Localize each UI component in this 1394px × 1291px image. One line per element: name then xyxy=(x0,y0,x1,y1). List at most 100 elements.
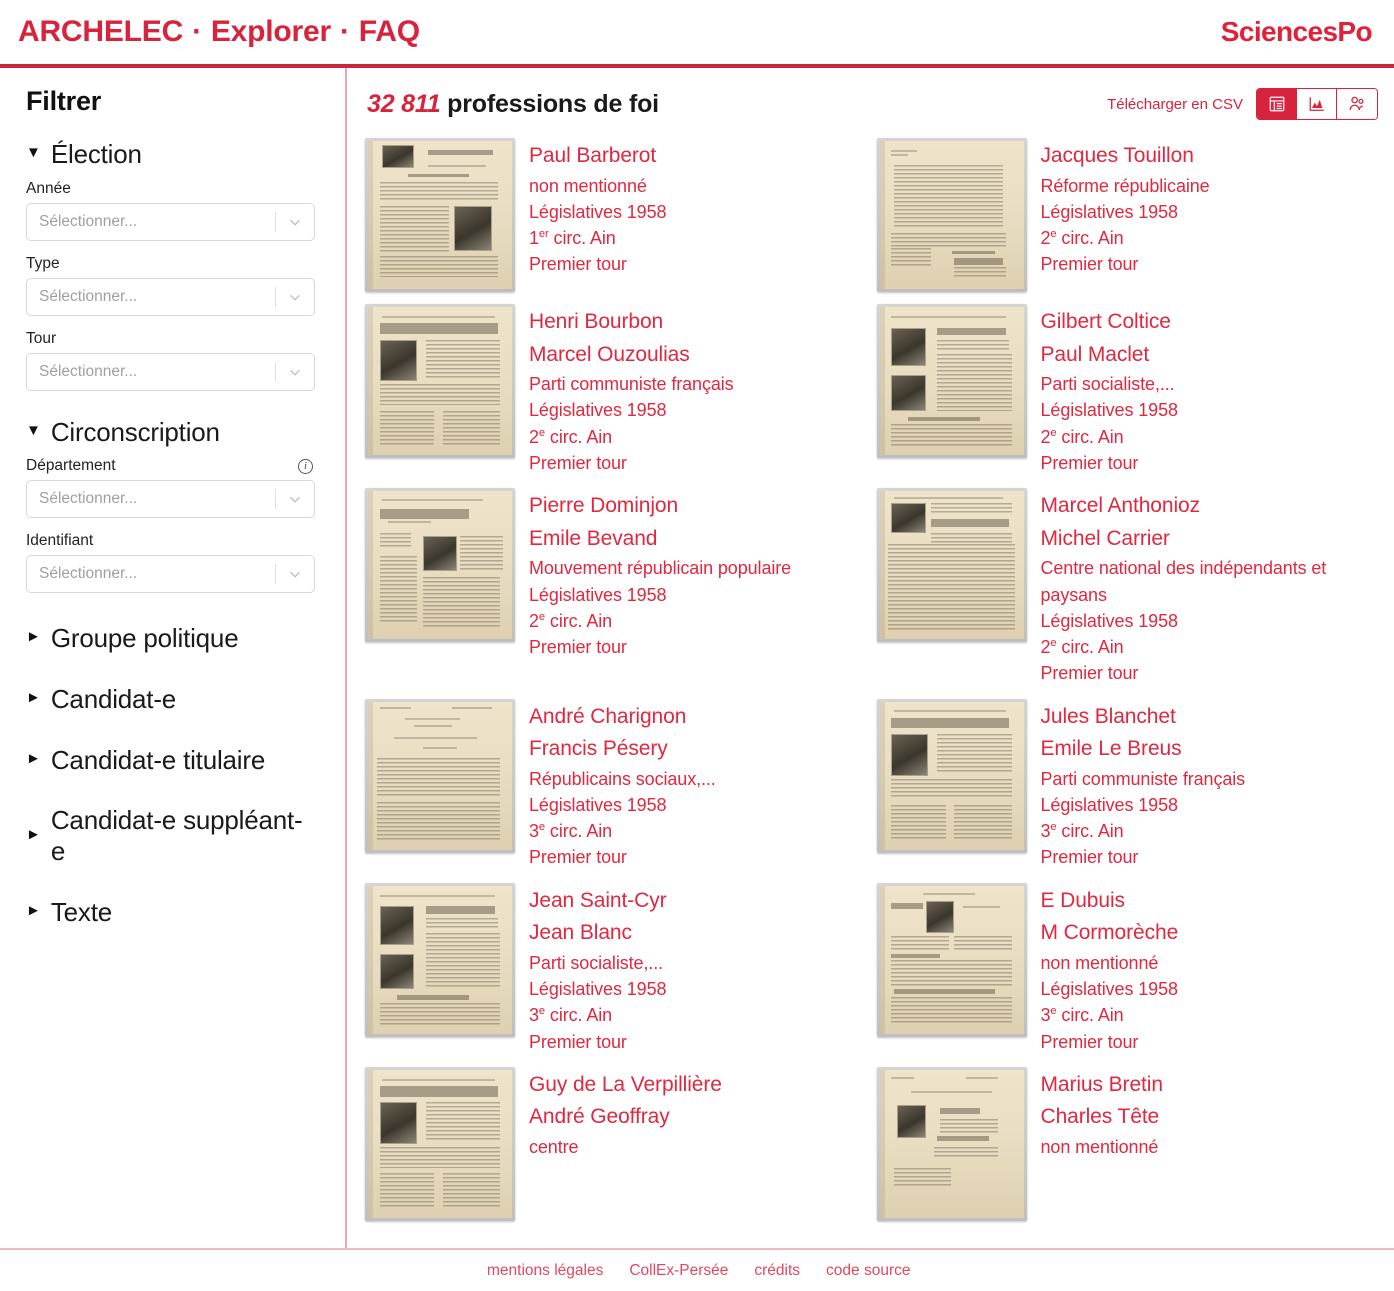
profession-de-foi-thumbnail[interactable] xyxy=(876,882,1027,1037)
result-card-details[interactable]: Jacques Touillon Réforme républicaine Légi… xyxy=(1041,138,1210,278)
circonscription-rest: circ. Ain xyxy=(1056,426,1124,447)
result-card[interactable]: Jean Saint-Cyr Jean Blanc Parti socialiste… xyxy=(365,882,869,1055)
result-card-details[interactable]: Jean Saint-Cyr Jean Blanc Parti socialiste… xyxy=(529,883,667,1055)
profession-de-foi-thumbnail[interactable] xyxy=(365,1066,515,1221)
view-mode-candidates-button[interactable] xyxy=(1337,89,1377,119)
footer-link-code-source[interactable]: code source xyxy=(826,1262,910,1280)
select-departement-placeholder: Sélectionner... xyxy=(39,490,138,508)
political-group: non mentionné xyxy=(1040,1136,1159,1157)
chevron-down-icon[interactable] xyxy=(276,490,314,508)
info-icon[interactable]: i xyxy=(298,458,313,474)
profession-de-foi-thumbnail[interactable] xyxy=(876,698,1027,853)
profession-de-foi-thumbnail[interactable] xyxy=(876,304,1027,458)
result-card[interactable]: André Charignon Francis Pésery Républicain… xyxy=(365,698,869,871)
nav-link-archelec[interactable]: ARCHELEC xyxy=(18,15,183,49)
candidate-name: Marius Bretin xyxy=(1040,1072,1164,1096)
facet-toggle-circonscription[interactable]: ▼ Circonscription xyxy=(26,417,315,448)
profession-de-foi-thumbnail[interactable] xyxy=(365,138,515,292)
chevron-down-icon[interactable] xyxy=(276,213,314,231)
candidate-name: Emile Le Breus xyxy=(1040,737,1182,761)
result-card[interactable]: E Dubuis M Cormorèche non mentionné Législa… xyxy=(876,882,1381,1055)
view-mode-chart-button[interactable] xyxy=(1297,89,1337,119)
political-group: Parti communiste français xyxy=(1040,768,1246,789)
chevron-right-icon: ► xyxy=(26,825,41,843)
view-mode-list-button[interactable] xyxy=(1257,89,1297,119)
download-csv-button[interactable]: Télécharger en CSV xyxy=(1107,96,1243,113)
facet-toggle-candidat-e[interactable]: ► Candidat-e xyxy=(26,684,315,715)
profession-de-foi-thumbnail[interactable] xyxy=(365,882,515,1037)
footer-link-collex-persee[interactable]: CollEx-Persée xyxy=(629,1262,728,1280)
profession-de-foi-thumbnail[interactable] xyxy=(365,488,515,643)
candidate-name: Charles Tête xyxy=(1040,1105,1160,1129)
select-identifiant[interactable]: Sélectionner... xyxy=(26,555,315,594)
candidate-name: Pierre Dominjon xyxy=(529,494,679,518)
facet-toggle-texte[interactable]: ► Texte xyxy=(26,897,315,928)
profession-de-foi-thumbnail[interactable] xyxy=(365,304,515,458)
sciencespo-logo[interactable]: SciencesPo xyxy=(1221,16,1376,48)
chevron-down-icon[interactable] xyxy=(276,565,314,583)
nav-link-faq[interactable]: FAQ xyxy=(359,15,420,49)
result-card[interactable]: Guy de La Verpillière André Geoffray centr… xyxy=(365,1066,869,1221)
circonscription-number: 3 xyxy=(529,1005,539,1026)
profession-de-foi-thumbnail[interactable] xyxy=(876,138,1027,292)
chevron-right-icon: ► xyxy=(26,628,41,646)
candidate-name: Marcel Anthonioz xyxy=(1040,494,1201,518)
candidate-name: Henri Bourbon xyxy=(529,310,664,333)
results-toolbar: 32 811 professions de foi Télécharger en… xyxy=(365,84,1380,124)
result-card-details[interactable]: André Charignon Francis Pésery Républicain… xyxy=(529,699,716,871)
circonscription-number: 3 xyxy=(529,821,539,842)
result-card-details[interactable]: Gilbert Coltice Paul Maclet Parti socialis… xyxy=(1040,304,1179,476)
candidate-name: Jean Saint-Cyr xyxy=(529,888,667,912)
facet-toggle-groupe-politique[interactable]: ► Groupe politique xyxy=(26,623,315,654)
chevron-down-icon[interactable] xyxy=(276,288,314,306)
result-card-details[interactable]: Marius Bretin Charles Tête non mentionné xyxy=(1040,1067,1164,1160)
facet-toggle-candidat-e-suppleant-e[interactable]: ► Candidat-e suppléant-e xyxy=(26,805,315,866)
results-count-line: 32 811 professions de foi xyxy=(367,90,659,119)
select-tour[interactable]: Sélectionner... xyxy=(26,352,315,391)
label-type: Type xyxy=(26,254,60,272)
candidate-name: André Charignon xyxy=(529,704,687,728)
result-card-details[interactable]: Marcel Anthonioz Michel Carrier Centre nat… xyxy=(1041,488,1381,686)
field-type: Type Sélectionner... xyxy=(26,255,315,316)
candidate-name: Paul Maclet xyxy=(1040,342,1150,366)
result-card-details[interactable]: Pierre Dominjon Emile Bevand Mouvement rép… xyxy=(529,488,791,660)
result-card[interactable]: Marius Bretin Charles Tête non mentionné xyxy=(876,1066,1381,1221)
tour-label: Premier tour xyxy=(1040,847,1139,868)
result-card-details[interactable]: Henri Bourbon Marcel Ouzoulias Parti commu… xyxy=(529,304,734,476)
result-card-details[interactable]: Jules Blanchet Emile Le Breus Parti commun… xyxy=(1041,699,1246,871)
select-type[interactable]: Sélectionner... xyxy=(26,277,315,316)
result-card[interactable]: Jules Blanchet Emile Le Breus Parti commun… xyxy=(876,698,1381,871)
result-card-details[interactable]: E Dubuis M Cormorèche non mentionné Législa… xyxy=(1041,883,1179,1055)
profession-de-foi-thumbnail[interactable] xyxy=(876,488,1027,643)
select-annee[interactable]: Sélectionner... xyxy=(26,202,315,241)
election-label: Législatives 1958 xyxy=(529,584,667,605)
circonscription-number: 2 xyxy=(1040,426,1051,447)
result-card-details[interactable]: Paul Barberot non mentionné Législatives 1… xyxy=(529,138,667,278)
nav-link-explorer[interactable]: Explorer xyxy=(211,15,331,49)
political-group: Centre national des indépendants et pays… xyxy=(1040,558,1327,605)
footer-link-mentions-legales[interactable]: mentions légales xyxy=(487,1262,603,1280)
profession-de-foi-thumbnail[interactable] xyxy=(365,698,515,853)
circonscription-rest: circ. Ain xyxy=(548,228,616,249)
result-card-details[interactable]: Guy de La Verpillière André Geoffray centr… xyxy=(529,1067,722,1160)
results-panel: 32 811 professions de foi Télécharger en… xyxy=(347,68,1394,1248)
profession-de-foi-thumbnail[interactable] xyxy=(876,1066,1027,1221)
result-card[interactable]: Gilbert Coltice Paul Maclet Parti socialis… xyxy=(876,304,1381,476)
circonscription-number: 3 xyxy=(1040,1005,1051,1026)
tour-label: Premier tour xyxy=(529,637,627,658)
result-card[interactable]: Jacques Touillon Réforme républicaine Légi… xyxy=(876,138,1381,292)
footer-link-credits[interactable]: crédits xyxy=(754,1262,800,1280)
result-card[interactable]: Marcel Anthonioz Michel Carrier Centre nat… xyxy=(876,488,1381,686)
facet-toggle-candidat-e-titulaire[interactable]: ► Candidat-e titulaire xyxy=(26,745,315,776)
result-card[interactable]: Henri Bourbon Marcel Ouzoulias Parti commu… xyxy=(365,304,869,476)
facet-label-groupe-politique: Groupe politique xyxy=(50,623,239,654)
label-identifiant: Identifiant xyxy=(26,532,94,550)
facet-toggle-election[interactable]: ▼ Élection xyxy=(26,139,315,170)
select-identifiant-placeholder: Sélectionner... xyxy=(39,565,138,583)
candidate-name: Jean Blanc xyxy=(529,921,632,945)
chevron-down-icon[interactable] xyxy=(276,363,314,381)
result-card[interactable]: Paul Barberot non mentionné Législatives 1… xyxy=(365,138,869,292)
candidate-name: Marcel Ouzoulias xyxy=(529,342,690,366)
select-departement[interactable]: Sélectionner... xyxy=(26,480,315,519)
result-card[interactable]: Pierre Dominjon Emile Bevand Mouvement rép… xyxy=(365,488,869,686)
